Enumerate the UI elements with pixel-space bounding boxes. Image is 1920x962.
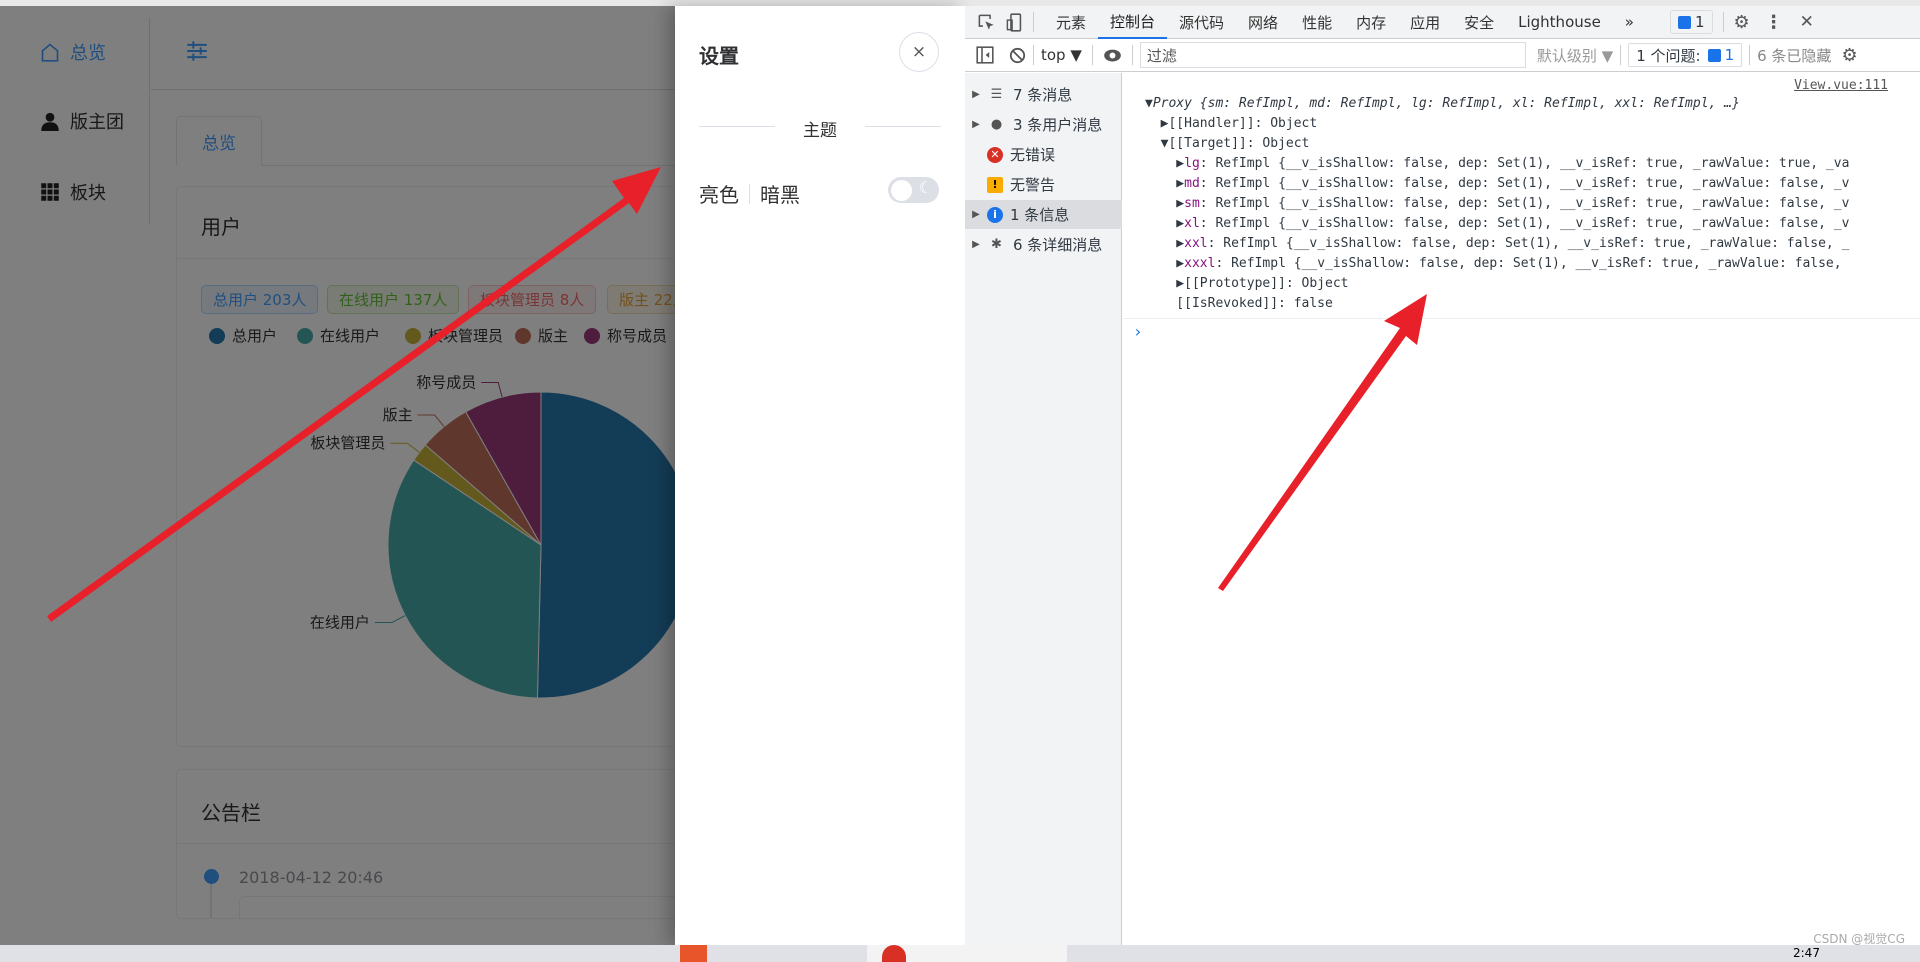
console-filter-item[interactable]: ▶ i 1 条信息 — [965, 200, 1122, 229]
console-line[interactable]: ▶xxl: RefImpl {__v_isShallow: false, dep… — [1145, 234, 1849, 254]
console-line[interactable]: ▶md: RefImpl {__v_isShallow: false, dep:… — [1145, 174, 1849, 194]
inspect-icon[interactable] — [977, 13, 996, 32]
chrome-icon — [882, 945, 906, 962]
dark-mode-toggle[interactable]: ☾ — [888, 177, 939, 203]
watermark: CSDN @视觉CG — [1813, 932, 1905, 946]
log-level-select[interactable]: 默认级别 ▼ — [1537, 45, 1613, 66]
more-vertical-icon[interactable]: ⋮ — [1765, 12, 1783, 33]
close-icon: × — [911, 42, 927, 62]
error-icon: ✕ — [987, 146, 1003, 163]
filter-placeholder: 过滤 — [1146, 46, 1177, 65]
devtools-tab[interactable]: » — [1613, 6, 1646, 39]
gear-icon[interactable]: ⚙ — [1734, 12, 1750, 33]
console-filter-label: 无警告 — [1010, 176, 1056, 194]
devtools-tabbar: 元素 控制台 源代码 网络 性能 内存 应用 安全 Lighthouse» 1 ⚙ ⋮ ✕ — [965, 6, 1920, 39]
console-line[interactable]: ▶sm: RefImpl {__v_isShallow: false, dep:… — [1145, 194, 1849, 214]
clear-console-icon[interactable] — [1009, 47, 1026, 64]
console-line[interactable]: ▶xxxl: RefImpl {__v_isShallow: false, de… — [1145, 254, 1841, 274]
console-line[interactable]: ▼Proxy {sm: RefImpl, md: RefImpl, lg: Re… — [1145, 94, 1740, 114]
console-line[interactable]: ▼[[Target]]: Object — [1145, 134, 1310, 154]
message-icon — [1677, 15, 1691, 29]
console-settings-gear-icon[interactable]: ⚙ — [1841, 45, 1857, 66]
console-filter-item[interactable]: ▶ ● 3 条用户消息 — [965, 110, 1122, 139]
list-icon: ☰ — [990, 87, 1003, 102]
expand-icon: ▶ — [972, 209, 980, 220]
expand-icon: ▶ — [972, 89, 980, 100]
user-circle-icon: ● — [990, 117, 1003, 132]
drawer-overlay[interactable] — [0, 6, 675, 945]
devtools-tab[interactable]: 控制台 — [1098, 6, 1168, 39]
console-line[interactable]: ▶[[Prototype]]: Object — [1145, 274, 1348, 294]
console-filter-label: 1 条信息 — [1010, 206, 1070, 224]
console-filter-label: 3 条用户消息 — [1013, 116, 1103, 134]
console-sidebar: ▶ ☰ 7 条消息 ▶ ● 3 条用户消息 ✕ 无错误! 无警告 ▶ i 1 条信息 ▶ ✱ 6 条详细消息 — [965, 73, 1122, 945]
devtools-tab[interactable]: Lighthouse — [1506, 6, 1613, 39]
console-filter-item[interactable]: ▶ ☰ 7 条消息 — [965, 80, 1122, 109]
console-line[interactable]: ▶[[Handler]]: Object — [1145, 114, 1318, 134]
devtools-tab[interactable]: 内存 — [1344, 6, 1398, 39]
console-filter-item[interactable]: ▶ ✱ 6 条详细消息 — [965, 230, 1122, 259]
devtools-panel: 元素 控制台 源代码 网络 性能 内存 应用 安全 Lighthouse» 1 ⚙ ⋮ ✕ to… — [965, 6, 1920, 945]
expand-icon: ▶ — [972, 119, 980, 130]
issues-badge-button[interactable]: 1 — [1669, 10, 1713, 34]
console-line[interactable]: ▶lg: RefImpl {__v_isShallow: false, dep:… — [1145, 154, 1849, 174]
console-line[interactable]: ▶xl: RefImpl {__v_isShallow: false, dep:… — [1145, 214, 1849, 234]
divider-line — [865, 126, 941, 127]
info-icon: i — [987, 206, 1003, 223]
console-prompt[interactable]: › — [1133, 322, 1143, 341]
light-label: 亮色 — [699, 183, 739, 207]
context-select[interactable]: top ▼ — [1041, 46, 1082, 64]
close-devtools-icon[interactable]: ✕ — [1800, 12, 1814, 32]
devtools-tab[interactable]: 源代码 — [1167, 6, 1236, 39]
issues-button[interactable]: 1 个问题: 1 — [1628, 43, 1743, 67]
devtools-tab[interactable]: 应用 — [1398, 6, 1452, 39]
console-line[interactable]: [[IsRevoked]]: false — [1145, 294, 1333, 314]
device-toolbar-icon[interactable] — [1006, 12, 1023, 32]
close-button[interactable]: × — [899, 32, 939, 72]
console-filter-label: 6 条详细消息 — [1013, 236, 1103, 254]
source-link[interactable]: View.vue:111 — [1794, 78, 1888, 93]
console-output: View.vue:111 ▼Proxy {sm: RefImpl, md: Re… — [1123, 73, 1920, 945]
taskbar — [0, 945, 1920, 962]
filter-input[interactable]: 过滤 — [1139, 42, 1526, 68]
issues-label: 1 个问题: — [1636, 46, 1701, 65]
issues-count: 1 — [1694, 13, 1705, 31]
bug-icon: ✱ — [991, 237, 1002, 252]
console-filter-label: 7 条消息 — [1013, 86, 1073, 104]
message-icon — [1707, 48, 1721, 62]
devtools-tab[interactable]: 网络 — [1236, 6, 1290, 39]
hidden-count: 6 条已隐藏 — [1757, 46, 1832, 65]
sidebar-toggle-icon[interactable] — [976, 46, 994, 64]
console-filter-item[interactable]: ! 无警告 — [965, 170, 1122, 199]
section-title: 主题 — [803, 121, 837, 141]
eye-icon[interactable] — [1103, 48, 1122, 63]
warning-icon: ! — [987, 176, 1003, 193]
settings-drawer: 设置 × 主题 亮色 暗黑 ☾ — [675, 6, 965, 945]
divider-line — [699, 126, 775, 127]
devtools-tab[interactable]: 安全 — [1452, 6, 1506, 39]
theme-labels: 亮色 暗黑 — [699, 179, 800, 208]
taskbar-app[interactable] — [680, 945, 707, 962]
issues-count: 1 — [1724, 46, 1735, 64]
devtools-tab[interactable]: 元素 — [1044, 6, 1098, 39]
taskbar-clock: 2:47 — [1793, 946, 1820, 960]
console-filter-label: 无错误 — [1010, 146, 1056, 164]
expand-icon: ▶ — [972, 239, 980, 250]
moon-icon: ☾ — [918, 178, 933, 197]
drawer-title: 设置 — [699, 44, 739, 68]
dark-label: 暗黑 — [760, 183, 800, 207]
devtools-tab[interactable]: 性能 — [1290, 6, 1344, 39]
console-toolbar: top ▼ 过滤 默认级别 ▼ 1 个问题: 1 6 条已隐藏 ⚙ — [965, 39, 1920, 72]
console-filter-item[interactable]: ✕ 无错误 — [965, 140, 1122, 169]
console-divider — [1123, 318, 1920, 319]
